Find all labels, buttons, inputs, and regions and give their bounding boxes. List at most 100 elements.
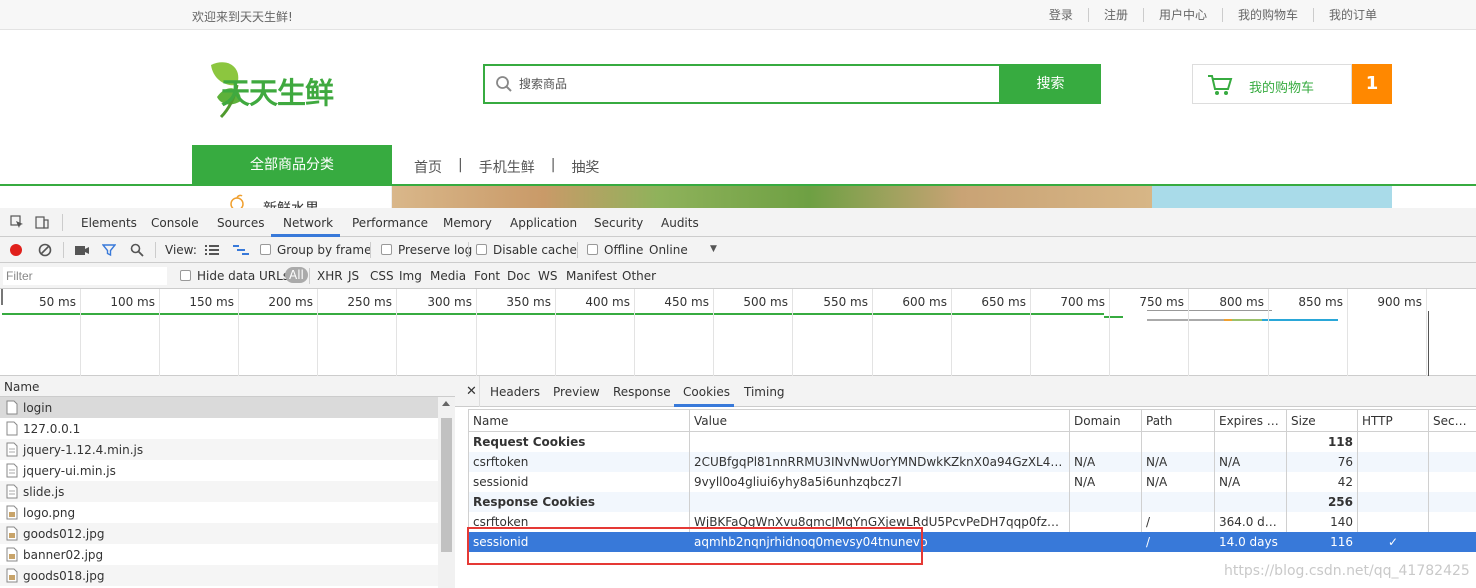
column-header[interactable]: Expires / ... <box>1214 409 1287 432</box>
login-link[interactable]: 登录 <box>1034 8 1088 22</box>
tab-headers[interactable]: Headers <box>490 385 540 399</box>
filter-type-js[interactable]: JS <box>348 269 359 283</box>
tab-performance[interactable]: Performance <box>352 216 428 230</box>
timeline-gridline <box>872 289 873 376</box>
request-row[interactable]: 127.0.0.1 <box>0 418 438 439</box>
column-header[interactable]: HTTP <box>1357 409 1429 432</box>
tab-memory[interactable]: Memory <box>443 216 492 230</box>
side-banner-image[interactable] <box>1152 186 1392 208</box>
column-header[interactable]: Domain <box>1069 409 1142 432</box>
my-cart-link[interactable]: 我的购物车 <box>1221 8 1313 22</box>
waterfall-overview-icon[interactable] <box>233 244 249 256</box>
tab-audits[interactable]: Audits <box>661 216 699 230</box>
checkbox-icon[interactable] <box>587 244 598 255</box>
filter-type-img[interactable]: Img <box>399 269 422 283</box>
request-row[interactable]: logo.png <box>0 502 438 523</box>
preserve-log-checkbox[interactable]: Preserve log <box>381 243 472 257</box>
search-icon[interactable] <box>130 243 144 257</box>
screenshot-camera-icon[interactable] <box>75 244 89 256</box>
throttling-select[interactable]: Online <box>649 243 688 257</box>
scrollbar-thumb[interactable] <box>441 418 452 552</box>
filter-type-css[interactable]: CSS <box>370 269 394 283</box>
nav-separator: | <box>550 157 556 173</box>
cookie-row[interactable]: sessionid 9vyll0o4gliui6yhy8a5i6unhzqbcz7… <box>468 471 1476 492</box>
checkbox-icon[interactable] <box>476 244 487 255</box>
filter-type-doc[interactable]: Doc <box>507 269 530 283</box>
register-link[interactable]: 注册 <box>1087 8 1143 22</box>
filter-type-media[interactable]: Media <box>430 269 466 283</box>
filter-type-font[interactable]: Font <box>474 269 500 283</box>
search-input[interactable] <box>519 74 959 94</box>
load-event-marker <box>1428 311 1429 376</box>
search-button[interactable]: 搜索 <box>1000 64 1101 104</box>
timeline-gridline <box>1188 289 1189 376</box>
record-icon[interactable] <box>9 243 23 257</box>
column-header[interactable]: Value <box>689 409 1070 432</box>
request-row[interactable]: goods018.jpg <box>0 565 438 586</box>
request-row[interactable]: banner02.jpg <box>0 544 438 565</box>
banner-image[interactable] <box>392 186 1152 208</box>
tab-response[interactable]: Response <box>613 385 671 399</box>
cart-box[interactable]: 我的购物车 <box>1192 64 1352 104</box>
tab-elements[interactable]: Elements <box>81 216 137 230</box>
cookie-group-row[interactable]: Request Cookies 118 <box>468 431 1476 452</box>
tab-network[interactable]: Network <box>283 216 333 230</box>
column-header[interactable]: Secure <box>1428 409 1476 432</box>
filter-type-xhr[interactable]: XHR <box>317 269 343 283</box>
search-icon <box>496 76 512 92</box>
checkbox-icon[interactable] <box>260 244 271 255</box>
name-column-header[interactable]: Name <box>0 376 455 397</box>
cookie-group-row[interactable]: Response Cookies 256 <box>468 491 1476 512</box>
scroll-up-arrow-icon[interactable] <box>442 401 450 406</box>
column-header[interactable]: Size <box>1286 409 1358 432</box>
filter-input[interactable] <box>3 267 167 285</box>
logo-text[interactable]: 天天生鲜 <box>221 70 334 112</box>
inspect-element-icon[interactable] <box>10 215 24 229</box>
large-rows-list-icon[interactable] <box>205 244 219 256</box>
cookie-cell: N/A <box>1214 471 1287 492</box>
device-toggle-icon[interactable] <box>35 215 49 229</box>
filter-type-other[interactable]: Other <box>622 269 656 283</box>
tab-application[interactable]: Application <box>510 216 577 230</box>
clear-icon[interactable] <box>38 243 52 257</box>
request-row[interactable]: jquery-ui.min.js <box>0 460 438 481</box>
cookie-cell: 76 <box>1286 451 1358 472</box>
tab-cookies[interactable]: Cookies <box>683 385 730 399</box>
cookie-row[interactable]: csrftoken 2CUBfgqPl81nnRRMU3INvNwUorYMNDw… <box>468 451 1476 472</box>
my-orders-link[interactable]: 我的订单 <box>1312 8 1392 22</box>
network-overview-timeline[interactable]: 50 ms 100 ms 150 ms 200 ms 250 ms 300 ms 350 m… <box>0 289 1476 376</box>
column-header[interactable]: Path <box>1141 409 1215 432</box>
tab-security[interactable]: Security <box>594 216 643 230</box>
tab-sources[interactable]: Sources <box>217 216 264 230</box>
close-icon[interactable]: ✕ <box>466 384 477 399</box>
filter-type-all[interactable]: All <box>285 267 308 283</box>
cookie-cell <box>1141 491 1215 512</box>
search-box[interactable] <box>483 64 1001 104</box>
tab-timing[interactable]: Timing <box>744 385 785 399</box>
user-center-link[interactable]: 用户中心 <box>1142 8 1222 22</box>
nav-lottery[interactable]: 抽奖 <box>567 157 603 177</box>
filter-type-ws[interactable]: WS <box>538 269 557 283</box>
disable-cache-checkbox[interactable]: Disable cache <box>476 243 577 257</box>
column-header[interactable]: Name <box>468 409 690 432</box>
request-row[interactable]: slide.js <box>0 481 438 502</box>
checkbox-icon[interactable] <box>381 244 392 255</box>
timeline-tick-label: 250 ms <box>347 295 392 309</box>
request-row[interactable]: login <box>0 397 438 418</box>
tab-console[interactable]: Console <box>151 216 199 230</box>
nav-home[interactable]: 首页 <box>410 157 446 177</box>
all-categories-button[interactable]: 全部商品分类 <box>192 145 392 185</box>
request-row[interactable]: jquery-1.12.4.min.js <box>0 439 438 460</box>
nav-mobile-fresh[interactable]: 手机生鲜 <box>475 157 539 177</box>
hide-data-urls-checkbox[interactable]: Hide data URLs <box>180 269 289 283</box>
request-row[interactable]: goods012.jpg <box>0 523 438 544</box>
offline-checkbox[interactable]: Offline <box>587 243 643 257</box>
checkbox-icon[interactable] <box>180 270 191 281</box>
group-by-frame-checkbox[interactable]: Group by frame <box>260 243 371 257</box>
dropdown-arrow-icon[interactable]: ▼ <box>710 244 717 254</box>
group-by-frame-label: Group by frame <box>277 243 372 257</box>
timeline-gridline <box>317 289 318 376</box>
filter-funnel-icon[interactable] <box>102 243 116 257</box>
filter-type-manifest[interactable]: Manifest <box>566 269 617 283</box>
tab-preview[interactable]: Preview <box>553 385 600 399</box>
